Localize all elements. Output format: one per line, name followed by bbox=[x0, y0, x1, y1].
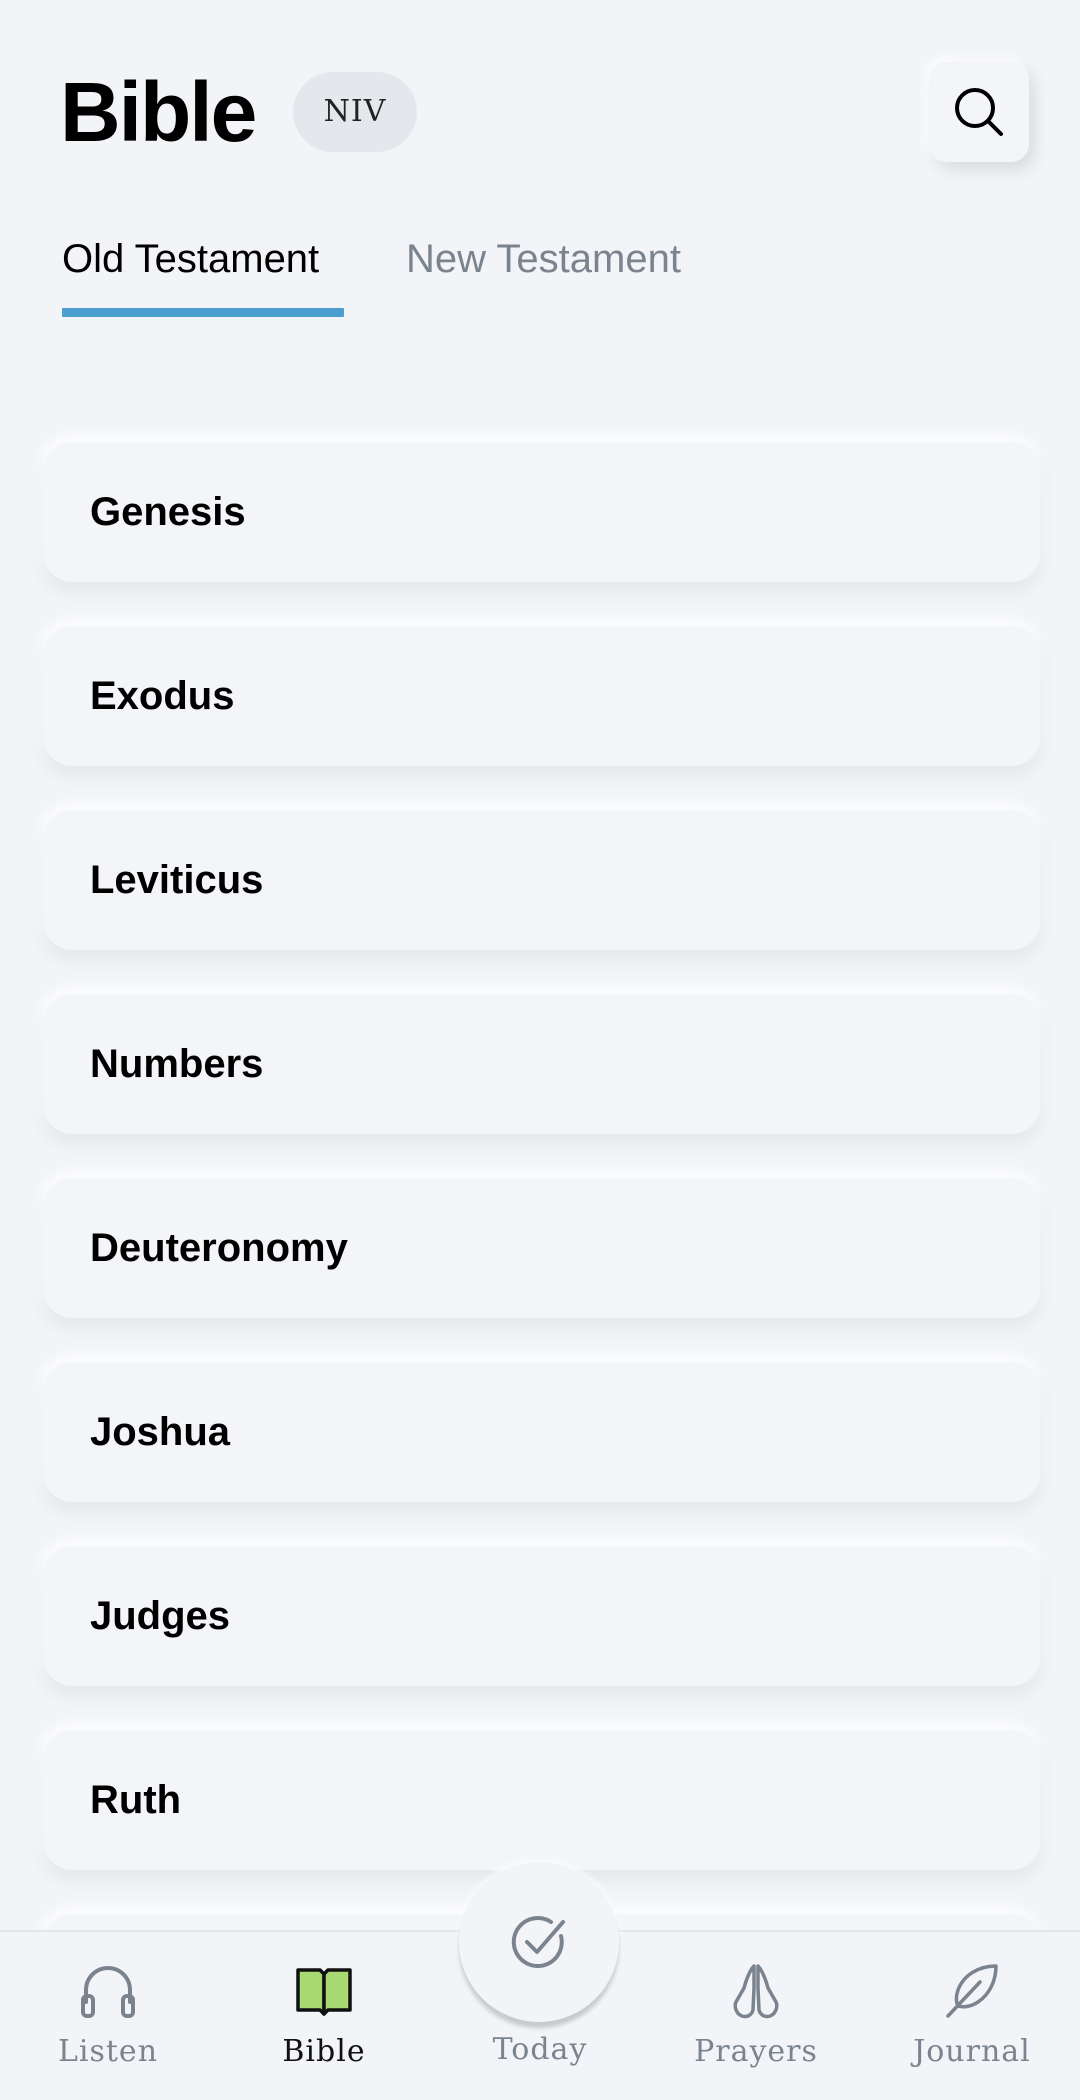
book-name: Genesis bbox=[90, 490, 246, 534]
nav-prayers-label: Prayers bbox=[694, 2034, 818, 2069]
book-item[interactable]: Judges bbox=[44, 1546, 1040, 1686]
book-item[interactable]: Ruth bbox=[44, 1730, 1040, 1870]
nav-today-label: Today bbox=[492, 2032, 588, 2067]
nav-journal[interactable]: Journal bbox=[864, 1932, 1080, 2100]
nav-listen[interactable]: Listen bbox=[0, 1932, 216, 2100]
book-item[interactable]: Leviticus bbox=[44, 810, 1040, 950]
nav-today[interactable] bbox=[459, 1862, 619, 2022]
nav-journal-label: Journal bbox=[913, 2034, 1031, 2069]
book-name: Numbers bbox=[90, 1042, 264, 1086]
book-item[interactable]: Numbers bbox=[44, 994, 1040, 1134]
book-item[interactable]: Joshua bbox=[44, 1362, 1040, 1502]
book-item[interactable]: Exodus bbox=[44, 626, 1040, 766]
nav-listen-label: Listen bbox=[57, 2034, 159, 2069]
book-name: Exodus bbox=[90, 674, 235, 718]
book-list: Genesis Exodus Leviticus Numbers Deutero… bbox=[0, 0, 1080, 2098]
checkmark-circle-icon bbox=[511, 1916, 565, 1969]
open-book-icon bbox=[296, 1968, 352, 2016]
book-name: Joshua bbox=[90, 1410, 231, 1454]
book-item[interactable]: Deuteronomy bbox=[44, 1178, 1040, 1318]
book-name: Leviticus bbox=[90, 858, 264, 902]
nav-bible-label: Bible bbox=[282, 2034, 366, 2069]
book-name: Judges bbox=[90, 1594, 231, 1638]
headphones-icon bbox=[81, 1966, 135, 2018]
nav-bible[interactable]: Bible bbox=[216, 1932, 432, 2100]
book-name: Ruth bbox=[90, 1778, 182, 1822]
nav-prayers[interactable]: Prayers bbox=[648, 1932, 864, 2100]
praying-hands-icon bbox=[733, 1964, 779, 2019]
book-name: Deuteronomy bbox=[90, 1226, 348, 1270]
book-item[interactable]: Genesis bbox=[44, 442, 1040, 582]
feather-icon bbox=[946, 1964, 998, 2018]
